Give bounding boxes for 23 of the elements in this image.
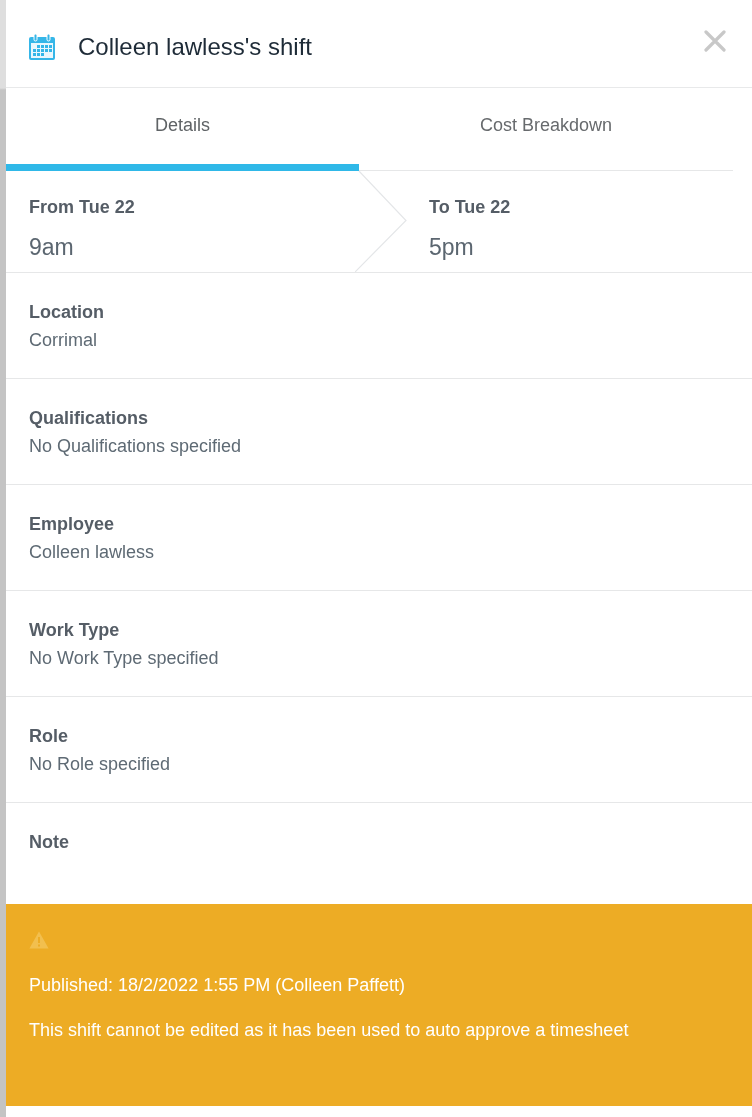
start-label: From Tue 22 [29, 196, 135, 218]
field-label: Employee [29, 513, 115, 535]
field-label: Note [29, 831, 69, 853]
warning-icon [29, 931, 49, 949]
field-label: Qualifications [29, 407, 149, 429]
tab[interactable]: Cost Breakdown [359, 88, 733, 171]
field-label: Role [29, 725, 68, 747]
end-time: 5pm [429, 233, 474, 262]
banner-text: Published: 18/2/2022 1:55 PM (Colleen Paffett) [29, 974, 405, 997]
close-icon[interactable] [704, 30, 726, 52]
calendar-icon [28, 32, 56, 61]
tab[interactable]: Details [6, 88, 359, 171]
field-value: No Qualifications specified [29, 435, 242, 458]
field-label: Location [29, 301, 104, 323]
dialog-title: Colleen lawless's shift [78, 32, 312, 61]
field-value: Corrimal [29, 329, 97, 352]
field-value: No Role specified [29, 753, 171, 776]
end-label: To Tue 22 [429, 196, 511, 218]
start-time: 9am [29, 233, 74, 262]
field-label: Work Type [29, 619, 120, 641]
field-value: No Work Type specified [29, 647, 219, 670]
field-value: Colleen lawless [29, 541, 155, 564]
banner-text: This shift cannot be edited as it has been used to auto approve a timesheet [29, 1019, 629, 1042]
